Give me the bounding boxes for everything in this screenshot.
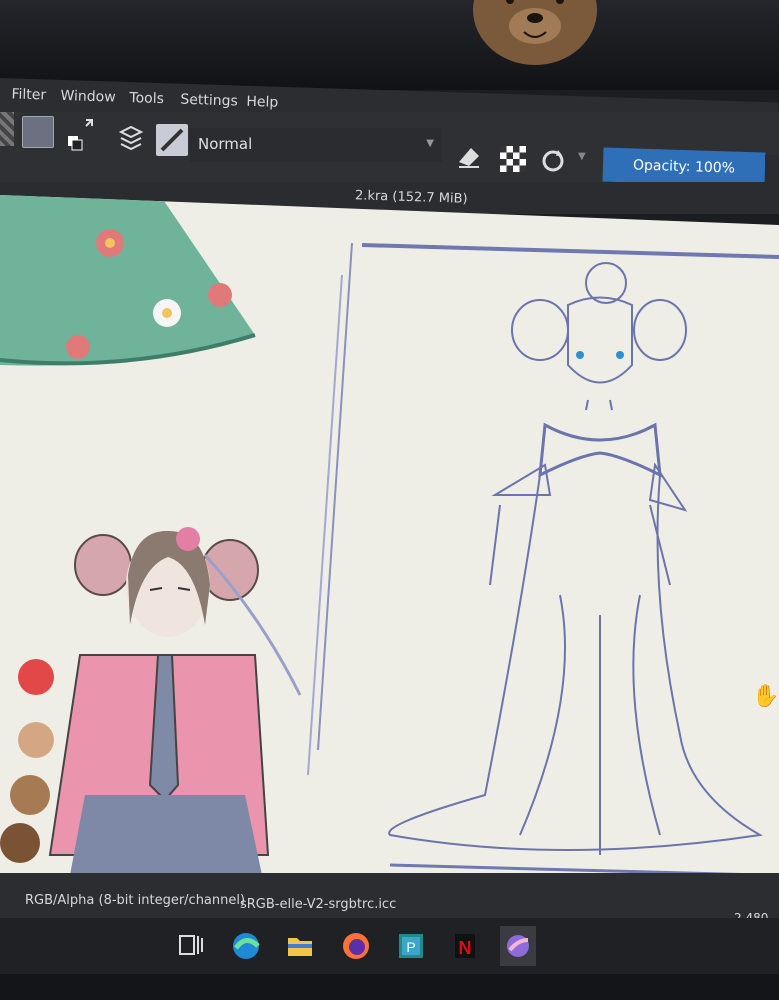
- opacity-slider[interactable]: Opacity: 100%: [602, 147, 766, 187]
- chevron-down-icon: ▼: [426, 138, 434, 149]
- menu-settings[interactable]: Settings: [180, 92, 238, 110]
- netflix-icon[interactable]: N: [447, 926, 483, 966]
- menu-help[interactable]: Help: [246, 94, 278, 111]
- menu-window[interactable]: Window: [60, 88, 116, 106]
- monitor-bezel-top: [0, 0, 779, 90]
- layers-icon[interactable]: [118, 124, 144, 150]
- task-view-icon[interactable]: [172, 926, 208, 966]
- swap-colors-icon[interactable]: [66, 114, 100, 152]
- menu-tools[interactable]: Tools: [129, 90, 164, 107]
- bear-wallpaper-icon: [473, 0, 597, 65]
- status-color-profile: sRGB-elle-V2-srgbtrc.icc: [240, 897, 397, 912]
- background-color-swatch[interactable]: [22, 116, 54, 148]
- windows-taskbar: P N: [0, 918, 779, 974]
- artwork: [0, 195, 779, 877]
- status-color-mode: RGB/Alpha (8-bit integer/channel): [25, 893, 246, 908]
- publisher-icon[interactable]: P: [393, 926, 429, 966]
- hand-cursor-icon: ✋: [752, 684, 779, 709]
- preserve-alpha-icon[interactable]: [500, 146, 526, 172]
- eraser-icon[interactable]: [455, 144, 483, 170]
- krita-icon[interactable]: [500, 926, 536, 966]
- monitor-bezel-bottom: [0, 974, 779, 1000]
- svg-text:P: P: [406, 939, 415, 955]
- foreground-color-swatch[interactable]: [0, 112, 14, 146]
- file-explorer-icon[interactable]: [282, 926, 318, 966]
- firefox-icon[interactable]: [338, 926, 374, 966]
- reload-preset-icon[interactable]: [540, 148, 566, 174]
- drawing-canvas[interactable]: [0, 195, 779, 885]
- svg-text:N: N: [459, 938, 472, 958]
- document-title: 2.kra (152.7 MiB): [354, 188, 468, 207]
- brush-preset-icon[interactable]: [156, 124, 188, 156]
- chevron-down-icon[interactable]: ▼: [578, 151, 586, 162]
- opacity-spin-buttons[interactable]: [765, 155, 779, 185]
- menu-filter[interactable]: Filter: [11, 86, 46, 103]
- blend-mode-select[interactable]: Normal ▼: [190, 128, 442, 162]
- edge-icon[interactable]: [228, 926, 264, 966]
- blend-mode-value: Normal: [198, 135, 253, 153]
